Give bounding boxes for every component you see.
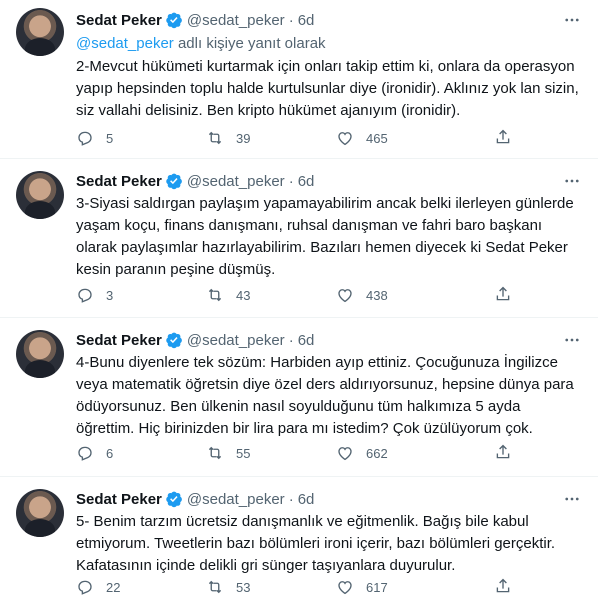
display-name[interactable]: Sedat Peker <box>76 173 162 190</box>
verified-badge-icon <box>166 173 182 190</box>
share-button[interactable] <box>494 577 512 598</box>
like-icon <box>338 132 352 146</box>
display-name[interactable]: Sedat Peker <box>76 12 162 29</box>
share-icon <box>496 286 510 300</box>
tweet-text: 2-Mevcut hükümeti kurtarmak için onları … <box>76 58 583 119</box>
reply-context: @sedat_peker adlı kişiye yanıt olarak <box>76 34 582 54</box>
like-count: 662 <box>366 445 388 461</box>
timestamp[interactable]: 6d <box>298 491 315 508</box>
retweet-count: 39 <box>236 130 251 146</box>
tweet-body: Sedat Peker @sedat_peker · 6d @sedat_pek… <box>76 10 582 122</box>
more-icon[interactable] <box>562 489 582 509</box>
tweet-actions: 5 39 465 <box>76 128 582 148</box>
reply-button[interactable]: 6 <box>76 444 206 462</box>
tweet-header: Sedat Peker @sedat_peker · 6d <box>76 489 582 509</box>
like-count: 617 <box>366 579 388 595</box>
retweet-icon <box>208 580 222 594</box>
handle[interactable]: @sedat_peker <box>187 173 285 190</box>
avatar[interactable] <box>16 330 64 378</box>
retweet-icon <box>208 131 222 145</box>
retweet-icon <box>208 288 222 302</box>
like-button[interactable]: 617 <box>336 578 466 596</box>
reply-icon <box>78 288 92 303</box>
tweet[interactable]: Sedat Peker @sedat_peker · 6d 3-Siyasi s… <box>0 159 598 318</box>
tweet[interactable]: Sedat Peker @sedat_peker · 6d 5- Benim t… <box>0 477 598 605</box>
retweet-icon <box>208 446 222 460</box>
share-icon <box>496 129 510 143</box>
tweet-header: Sedat Peker @sedat_peker · 6d <box>76 171 582 191</box>
tweet-text: 3-Siyasi saldırgan paylaşım yapamayabili… <box>76 195 578 278</box>
tweet-body: Sedat Peker @sedat_peker · 6d 5- Benim t… <box>76 489 582 577</box>
more-icon[interactable] <box>562 10 582 30</box>
reply-count: 22 <box>106 579 121 595</box>
separator-dot: · <box>288 11 294 29</box>
share-button[interactable] <box>494 128 512 149</box>
like-button[interactable]: 438 <box>336 286 466 304</box>
reply-icon <box>78 580 92 595</box>
avatar[interactable] <box>16 8 64 56</box>
retweet-count: 55 <box>236 445 251 461</box>
reply-suffix: adlı kişiye yanıt olarak <box>173 35 326 52</box>
like-count: 438 <box>366 287 388 303</box>
tweet-body: Sedat Peker @sedat_peker · 6d 4-Bunu diy… <box>76 330 582 440</box>
handle[interactable]: @sedat_peker <box>187 12 285 29</box>
reply-button[interactable]: 22 <box>76 578 206 596</box>
tweet-body: Sedat Peker @sedat_peker · 6d 3-Siyasi s… <box>76 171 582 281</box>
retweet-button[interactable]: 55 <box>206 444 336 462</box>
retweet-button[interactable]: 43 <box>206 286 336 304</box>
reply-button[interactable]: 3 <box>76 286 206 304</box>
tweet-feed: Sedat Peker @sedat_peker · 6d @sedat_pek… <box>0 0 598 605</box>
verified-badge-icon <box>166 12 182 29</box>
timestamp[interactable]: 6d <box>298 12 315 29</box>
like-count: 465 <box>366 130 388 146</box>
reply-count: 3 <box>106 287 114 303</box>
timestamp[interactable]: 6d <box>298 332 315 349</box>
like-icon <box>338 289 352 303</box>
tweet-text: 4-Bunu diyenlere tek sözüm: Harbiden ayı… <box>76 354 578 437</box>
like-icon <box>338 447 352 461</box>
avatar[interactable] <box>16 489 64 537</box>
reply-mention-link[interactable]: @sedat_peker <box>76 35 174 52</box>
tweet-header: Sedat Peker @sedat_peker · 6d <box>76 10 582 30</box>
reply-count: 6 <box>106 445 114 461</box>
tweet[interactable]: Sedat Peker @sedat_peker · 6d 4-Bunu diy… <box>0 318 598 477</box>
timestamp[interactable]: 6d <box>298 173 315 190</box>
more-icon[interactable] <box>562 171 582 191</box>
verified-badge-icon <box>166 491 182 508</box>
avatar[interactable] <box>16 171 64 219</box>
tweet-actions: 3 43 438 <box>76 285 582 305</box>
more-icon[interactable] <box>562 330 582 350</box>
retweet-count: 53 <box>236 579 251 595</box>
like-button[interactable]: 662 <box>336 444 466 462</box>
reply-button[interactable]: 5 <box>76 129 206 147</box>
display-name[interactable]: Sedat Peker <box>76 332 162 349</box>
share-button[interactable] <box>494 443 512 464</box>
separator-dot: · <box>288 172 294 190</box>
share-icon <box>496 444 510 458</box>
handle[interactable]: @sedat_peker <box>187 491 285 508</box>
tweet-actions: 6 55 662 <box>76 443 582 463</box>
separator-dot: · <box>288 490 294 508</box>
tweet[interactable]: Sedat Peker @sedat_peker · 6d @sedat_pek… <box>0 0 598 159</box>
like-icon <box>338 581 352 595</box>
tweet-actions: 22 53 617 <box>76 577 582 597</box>
share-icon <box>496 578 510 592</box>
retweet-button[interactable]: 39 <box>206 129 336 147</box>
reply-icon <box>78 131 92 146</box>
display-name[interactable]: Sedat Peker <box>76 491 162 508</box>
handle[interactable]: @sedat_peker <box>187 332 285 349</box>
reply-count: 5 <box>106 130 114 146</box>
separator-dot: · <box>288 331 294 349</box>
tweet-text: 5- Benim tarzım ücretsiz danışmanlık ve … <box>76 513 560 574</box>
retweet-count: 43 <box>236 287 251 303</box>
share-button[interactable] <box>494 285 512 306</box>
verified-badge-icon <box>166 332 182 349</box>
reply-icon <box>78 446 92 461</box>
retweet-button[interactable]: 53 <box>206 578 336 596</box>
like-button[interactable]: 465 <box>336 129 466 147</box>
tweet-header: Sedat Peker @sedat_peker · 6d <box>76 330 582 350</box>
